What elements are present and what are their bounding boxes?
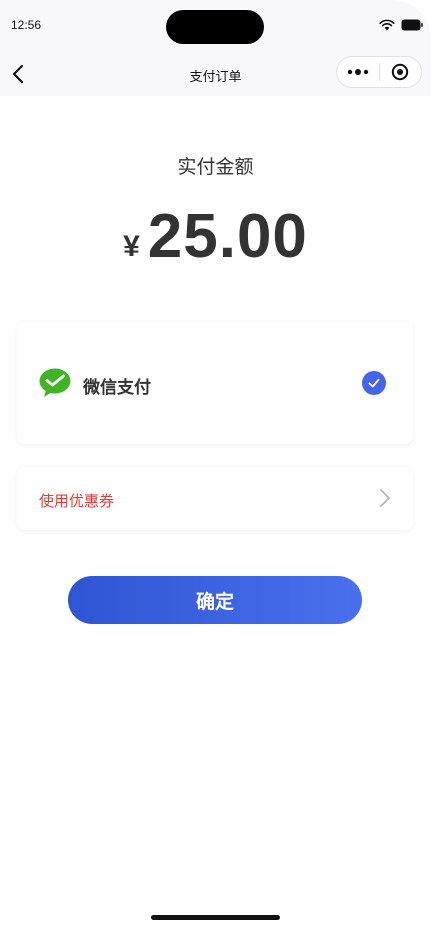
currency-symbol: ¥ <box>123 230 140 263</box>
amount-label: 实付金额 <box>177 157 254 178</box>
close-miniprogram-button[interactable] <box>380 57 421 87</box>
status-time: 12:56 <box>11 18 42 32</box>
battery-icon <box>401 19 423 31</box>
check-icon[interactable] <box>362 371 386 395</box>
payment-method-card[interactable]: 微信支付 <box>17 322 413 444</box>
checkmark-glyph <box>368 378 380 388</box>
target-icon <box>392 63 409 81</box>
more-dots-icon <box>347 69 369 75</box>
more-options-button[interactable] <box>337 57 379 87</box>
top-bar: 12:56 支付订单 <box>0 0 431 96</box>
home-indicator <box>151 915 280 920</box>
miniprogram-capsule <box>336 56 422 88</box>
coupon-label: 使用优惠券 <box>39 493 115 510</box>
pay-method-label: 微信支付 <box>83 378 151 397</box>
amount-display: ¥ 25.00 <box>0 202 431 272</box>
coupon-row[interactable]: 使用优惠券 <box>17 467 413 530</box>
dynamic-island <box>166 10 264 44</box>
confirm-button[interactable]: 确定 <box>68 576 362 624</box>
phone-screen: 12:56 支付订单 实付金额 ¥ 25.00 微信支付 使用优惠券 确定 <box>0 0 431 930</box>
chevron-right-icon <box>380 489 390 507</box>
amount-value: 25.00 <box>147 202 308 271</box>
wifi-icon <box>379 19 395 31</box>
wechat-pay-icon <box>39 368 71 397</box>
